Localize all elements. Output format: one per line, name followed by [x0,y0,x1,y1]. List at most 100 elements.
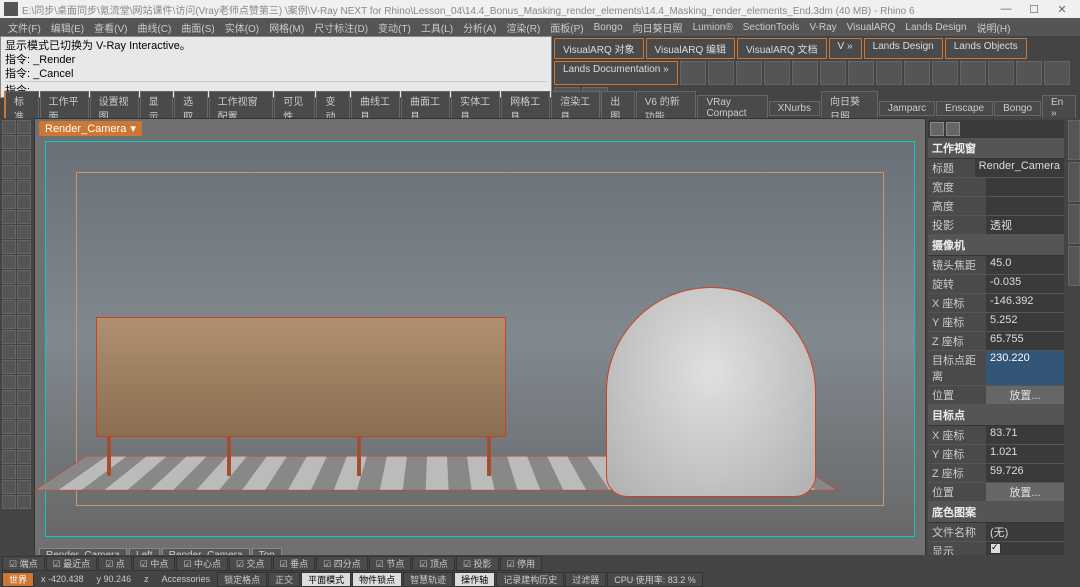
osnap-toggle[interactable]: 节点 [369,556,412,571]
ribbon-icon[interactable] [932,61,958,85]
osnap-toggle[interactable]: 投影 [456,556,499,571]
tool-button[interactable] [17,180,31,194]
side-tab[interactable] [1068,246,1080,286]
menu-item[interactable]: 渲染(R) [502,20,544,35]
tool-button[interactable] [17,315,31,329]
property-row[interactable]: 宽度 [928,178,1064,197]
ribbon-icon[interactable] [988,61,1014,85]
checkbox[interactable] [990,543,1001,554]
menu-item[interactable]: Bongo [590,22,627,33]
tool-button[interactable] [2,285,16,299]
menu-item[interactable]: 文件(F) [4,20,45,35]
property-row[interactable]: 位置放置... [928,483,1064,502]
property-row[interactable]: Y 座标5.252 [928,313,1064,332]
status-toggle[interactable]: 智慧轨迹 [403,572,453,587]
property-button[interactable]: 放置... [986,386,1064,404]
menu-item[interactable]: 说明(H) [973,20,1015,35]
tool-button[interactable] [2,270,16,284]
property-value[interactable]: -0.035 [986,275,1064,293]
tool-button[interactable] [2,375,16,389]
menu-item[interactable]: 尺寸标注(D) [310,20,372,35]
tool-button[interactable] [17,165,31,179]
ribbon-icon[interactable] [792,61,818,85]
property-row[interactable]: Z 座标59.726 [928,464,1064,483]
tool-button[interactable] [17,300,31,314]
ribbon-tab[interactable]: VisualARQ 编辑 [646,38,736,59]
tool-button[interactable] [17,435,31,449]
tool-button[interactable] [17,120,31,134]
menu-item[interactable]: 曲面(S) [177,20,218,35]
status-toggle[interactable]: 正交 [268,572,300,587]
ribbon-icon[interactable] [736,61,762,85]
tool-button[interactable] [2,330,16,344]
tool-button[interactable] [2,465,16,479]
tool-button[interactable] [2,180,16,194]
menu-item[interactable]: 编辑(E) [47,20,88,35]
tool-button[interactable] [2,390,16,404]
property-row[interactable]: 位置放置... [928,386,1064,405]
property-value[interactable]: 45.0 [986,256,1064,274]
tool-button[interactable] [2,300,16,314]
ribbon-tab[interactable]: Lands Documentation » [554,61,678,85]
property-button[interactable]: 放置... [986,483,1064,501]
property-row[interactable]: 目标点距离230.220 [928,351,1064,386]
property-row[interactable]: X 座标-146.392 [928,294,1064,313]
tool-button[interactable] [2,195,16,209]
property-row[interactable]: 镜头焦距45.0 [928,256,1064,275]
menu-item[interactable]: 分析(A) [459,20,500,35]
tool-button[interactable] [2,240,16,254]
tool-tab[interactable]: Enscape [936,101,993,116]
status-toggle[interactable]: 记录建构历史 [496,572,564,587]
tool-button[interactable] [2,435,16,449]
osnap-toggle[interactable]: 点 [98,556,132,571]
property-value[interactable]: 1.021 [986,445,1064,463]
property-row[interactable]: 投影透视 [928,216,1064,235]
ribbon-icon[interactable] [764,61,790,85]
property-row[interactable]: Z 座标65.755 [928,332,1064,351]
command-history[interactable]: 显示模式已切换为 V-Ray Interactive。 指令: _Render … [0,36,552,98]
viewport[interactable]: Render_Camera▾ Render_CameraLeftRender_C… [34,118,926,568]
property-value[interactable]: 5.252 [986,313,1064,331]
property-value[interactable]: 83.71 [986,426,1064,444]
tool-button[interactable] [17,450,31,464]
tool-tab[interactable]: Jamparc [879,101,935,116]
osnap-toggle[interactable]: 四分点 [316,556,368,571]
ribbon-tab[interactable]: V » [829,38,862,59]
side-tab[interactable] [1068,204,1080,244]
ribbon-tab[interactable]: Lands Objects [945,38,1027,59]
tool-button[interactable] [17,240,31,254]
menu-item[interactable]: Lands Design [901,22,970,33]
status-toggle[interactable]: CPU 使用率: 83.2 % [607,572,703,587]
property-row[interactable]: X 座标83.71 [928,426,1064,445]
minimize-button[interactable]: — [992,1,1020,17]
tool-button[interactable] [2,360,16,374]
maximize-button[interactable]: ☐ [1020,1,1048,17]
osnap-toggle[interactable]: 最近点 [46,556,98,571]
tool-button[interactable] [17,210,31,224]
property-value[interactable]: 65.755 [986,332,1064,350]
panel-tab-icon[interactable] [930,122,944,136]
property-row[interactable]: Y 座标1.021 [928,445,1064,464]
menu-item[interactable]: VisualARQ [843,22,900,33]
property-value[interactable] [986,197,1064,215]
tool-button[interactable] [2,420,16,434]
side-tab[interactable] [1068,120,1080,160]
tool-button[interactable] [17,495,31,509]
tool-button[interactable] [17,465,31,479]
tool-button[interactable] [17,150,31,164]
tool-button[interactable] [17,405,31,419]
property-row[interactable]: 文件名称(无) [928,523,1064,542]
property-value[interactable]: -146.392 [986,294,1064,312]
tool-button[interactable] [2,480,16,494]
ribbon-icon[interactable] [904,61,930,85]
ribbon-tab[interactable]: VisualARQ 对象 [554,38,644,59]
status-toggle[interactable]: 过滤器 [565,572,606,587]
tool-tab[interactable]: Bongo [994,101,1041,116]
viewport-label[interactable]: Render_Camera▾ [39,121,142,136]
osnap-toggle[interactable]: 中心点 [176,556,228,571]
tool-button[interactable] [17,285,31,299]
menu-item[interactable]: 向日葵日照 [629,20,687,35]
menu-item[interactable]: 面板(P) [546,20,587,35]
tool-button[interactable] [2,495,16,509]
tool-button[interactable] [2,450,16,464]
